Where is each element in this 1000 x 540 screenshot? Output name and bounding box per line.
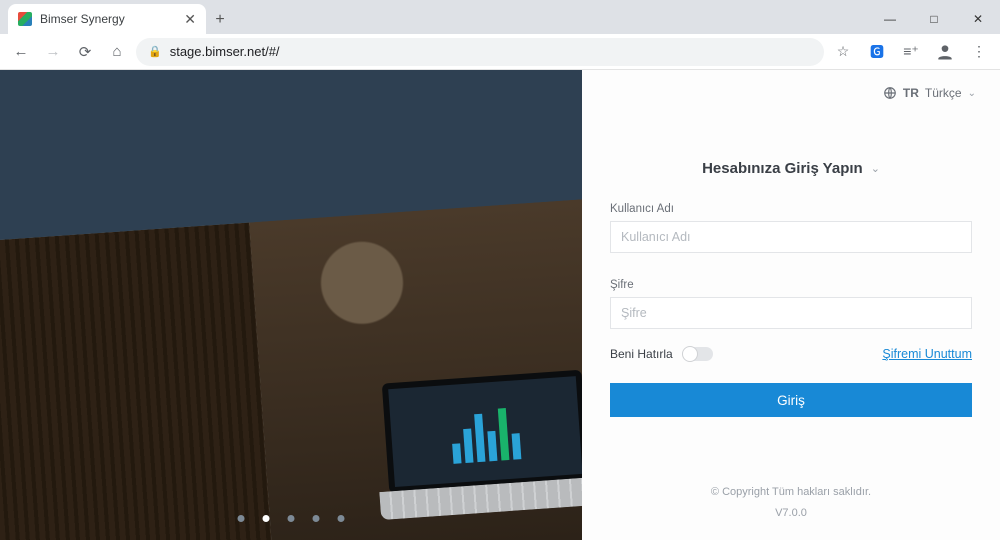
- nav-reload-button[interactable]: ⟳: [72, 39, 98, 65]
- window-minimize-button[interactable]: —: [868, 4, 912, 34]
- tab-close-icon[interactable]: ✕: [184, 11, 196, 28]
- star-icon[interactable]: ☆: [830, 39, 856, 65]
- language-name: Türkçe: [925, 86, 962, 100]
- chevron-down-icon: ⌄: [968, 88, 976, 99]
- login-panel: TR Türkçe ⌄ Hesabınıza Giriş Yapın ⌄ Kul…: [582, 70, 1000, 540]
- browser-tab-strip: Bimser Synergy ✕ + — □ ✕: [0, 0, 1000, 34]
- language-selector[interactable]: TR Türkçe ⌄: [883, 86, 976, 100]
- url-text: stage.bimser.net/#/: [170, 44, 280, 59]
- laptop-illustration: [372, 369, 582, 524]
- remember-me-label: Beni Hatırla: [610, 347, 673, 361]
- version-text: V7.0.0: [610, 503, 972, 524]
- window-maximize-button[interactable]: □: [912, 4, 956, 34]
- footer: © Copyright Tüm hakları saklıdır. V7.0.0: [610, 482, 972, 530]
- carousel-dot[interactable]: [238, 515, 245, 522]
- carousel-dot[interactable]: [313, 515, 320, 522]
- forgot-password-link[interactable]: Şifremi Unuttum: [882, 347, 972, 361]
- lock-icon: 🔒: [148, 45, 162, 58]
- kebab-menu-icon[interactable]: ⋮: [966, 39, 992, 65]
- globe-icon: [883, 86, 897, 100]
- carousel-dot[interactable]: [288, 515, 295, 522]
- remember-me-toggle[interactable]: [683, 347, 713, 361]
- login-heading-text: Hesabınıza Giriş Yapın: [702, 160, 863, 177]
- favicon-icon: [18, 12, 32, 26]
- browser-tab[interactable]: Bimser Synergy ✕: [8, 4, 206, 34]
- copyright-text: © Copyright Tüm hakları saklıdır.: [610, 482, 972, 503]
- password-label: Şifre: [610, 279, 972, 291]
- username-label: Kullanıcı Adı: [610, 203, 972, 215]
- hero-carousel: [0, 70, 582, 540]
- nav-home-button[interactable]: ⌂: [104, 39, 130, 65]
- chevron-down-icon: ⌄: [871, 162, 880, 175]
- carousel-dots: [238, 515, 345, 522]
- language-code: TR: [903, 86, 919, 100]
- window-controls: — □ ✕: [868, 4, 1000, 34]
- username-input[interactable]: [610, 221, 972, 253]
- page-content: TR Türkçe ⌄ Hesabınıza Giriş Yapın ⌄ Kul…: [0, 70, 1000, 540]
- hero-image: [0, 70, 582, 540]
- browser-toolbar: ← → ⟳ ⌂ 🔒 stage.bimser.net/#/ ☆ 🅶 ≡⁺ ⋮: [0, 34, 1000, 70]
- new-tab-button[interactable]: +: [206, 6, 234, 34]
- window-close-button[interactable]: ✕: [956, 4, 1000, 34]
- nav-back-button[interactable]: ←: [8, 39, 34, 65]
- reading-list-icon[interactable]: ≡⁺: [898, 39, 924, 65]
- login-button[interactable]: Giriş: [610, 383, 972, 417]
- password-input[interactable]: [610, 297, 972, 329]
- login-heading[interactable]: Hesabınıza Giriş Yapın ⌄: [610, 160, 972, 177]
- tab-title: Bimser Synergy: [40, 12, 176, 26]
- carousel-dot[interactable]: [263, 515, 270, 522]
- remember-me: Beni Hatırla: [610, 347, 713, 361]
- translate-icon[interactable]: 🅶: [864, 39, 890, 65]
- carousel-dot[interactable]: [338, 515, 345, 522]
- address-bar[interactable]: 🔒 stage.bimser.net/#/: [136, 38, 824, 66]
- profile-icon[interactable]: [932, 39, 958, 65]
- nav-forward-button[interactable]: →: [40, 39, 66, 65]
